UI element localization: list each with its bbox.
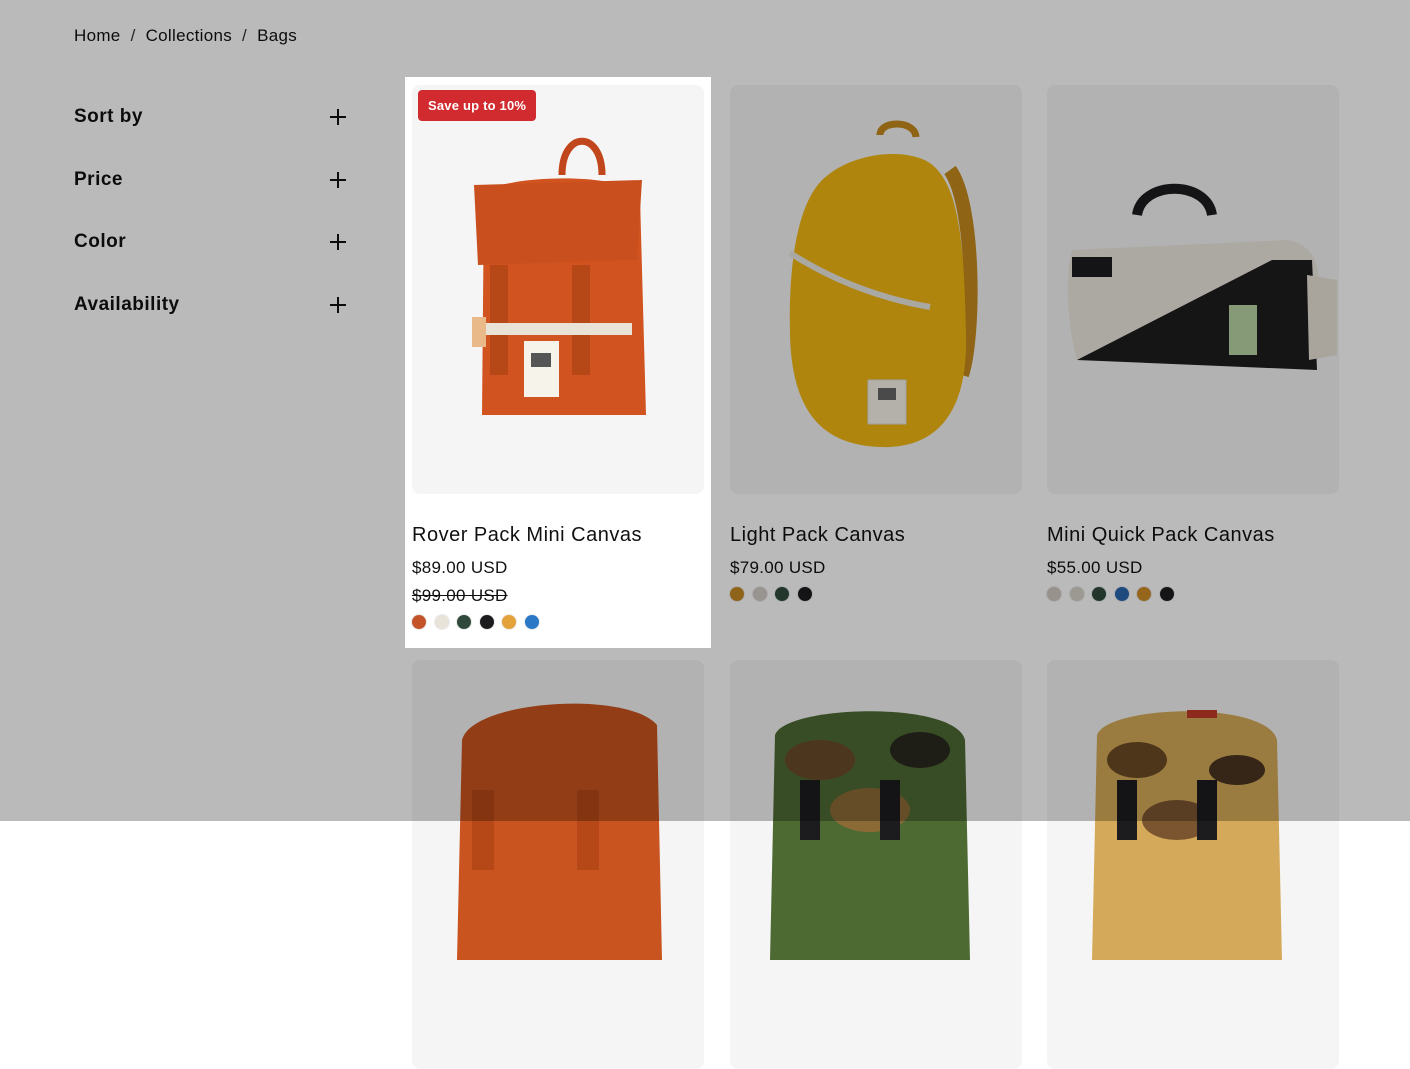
color-swatches — [730, 587, 1022, 601]
product-title[interactable]: Mini Quick Pack Canvas — [1047, 523, 1339, 547]
color-swatches — [1047, 587, 1339, 601]
product-image[interactable] — [1047, 660, 1339, 1069]
product-card-row2-2[interactable] — [730, 660, 1022, 1069]
product-card-row2-3[interactable] — [1047, 660, 1339, 1069]
color-swatch[interactable] — [752, 587, 767, 601]
camo-backpack-image — [1092, 710, 1282, 960]
plus-icon[interactable] — [330, 234, 346, 251]
color-swatch[interactable] — [1069, 587, 1084, 601]
sale-badge: Save up to 10% — [418, 90, 537, 121]
product-price: $79.00 USD — [730, 558, 826, 577]
backpack-image — [472, 137, 646, 415]
filter-sort-by[interactable]: Sort by — [74, 86, 346, 149]
color-swatch[interactable] — [434, 615, 449, 629]
product-image[interactable]: Save up to 10% — [412, 85, 704, 494]
filter-label: Color — [74, 231, 127, 253]
filter-price[interactable]: Price — [74, 149, 346, 212]
product-title[interactable]: Rover Pack Mini Canvas — [412, 523, 704, 547]
product-price: $89.00 USD — [412, 558, 508, 577]
breadcrumb-separator: / — [242, 26, 248, 45]
color-swatch[interactable] — [457, 615, 471, 629]
color-swatch[interactable] — [524, 615, 539, 629]
product-compare-price: $99.00 USD — [412, 586, 508, 605]
plus-icon[interactable] — [330, 109, 346, 126]
color-swatch[interactable] — [1092, 587, 1106, 601]
color-swatch[interactable] — [1114, 587, 1129, 601]
breadcrumb: Home / Collections / Bags — [74, 26, 297, 46]
color-swatch[interactable] — [1159, 587, 1174, 601]
product-card-row2-1[interactable] — [412, 660, 704, 1069]
product-card-mini-quick-pack[interactable]: Mini Quick Pack Canvas $55.00 USD — [1047, 85, 1339, 601]
color-swatch[interactable] — [479, 615, 494, 629]
filter-sidebar: Sort by Price Color Availability — [74, 86, 346, 336]
product-card-light-pack[interactable]: Light Pack Canvas $79.00 USD — [730, 85, 1022, 601]
filter-availability[interactable]: Availability — [74, 274, 346, 337]
plus-icon[interactable] — [330, 296, 346, 313]
filter-color[interactable]: Color — [74, 211, 346, 274]
filter-label: Sort by — [74, 106, 143, 128]
color-swatch[interactable] — [412, 615, 426, 629]
breadcrumb-home[interactable]: Home — [74, 26, 121, 46]
product-card-rover-pack-mini[interactable]: Save up to 10% Rover Pack Mini Canvas $8… — [412, 85, 704, 629]
filter-label: Availability — [74, 293, 180, 315]
color-swatches — [412, 615, 704, 629]
backpack-image — [788, 120, 978, 448]
color-swatch[interactable] — [730, 587, 744, 601]
quick-pack-image — [1067, 183, 1337, 370]
filter-label: Price — [74, 168, 123, 190]
product-price: $55.00 USD — [1047, 558, 1143, 577]
product-title[interactable]: Light Pack Canvas — [730, 523, 1022, 547]
camo-backpack-image — [770, 711, 970, 960]
product-image[interactable] — [730, 85, 1022, 494]
color-swatch[interactable] — [775, 587, 789, 601]
color-swatch[interactable] — [797, 587, 812, 601]
breadcrumb-collections[interactable]: Collections — [146, 26, 232, 46]
breadcrumb-separator: / — [130, 26, 136, 45]
breadcrumb-bags: Bags — [257, 26, 298, 45]
product-image[interactable] — [730, 660, 1022, 1069]
color-swatch[interactable] — [502, 615, 516, 629]
backpack-image — [457, 703, 662, 960]
product-image[interactable] — [1047, 85, 1339, 494]
color-swatch[interactable] — [1047, 587, 1061, 601]
product-image[interactable] — [412, 660, 704, 1069]
plus-icon[interactable] — [330, 171, 346, 188]
color-swatch[interactable] — [1137, 587, 1151, 601]
